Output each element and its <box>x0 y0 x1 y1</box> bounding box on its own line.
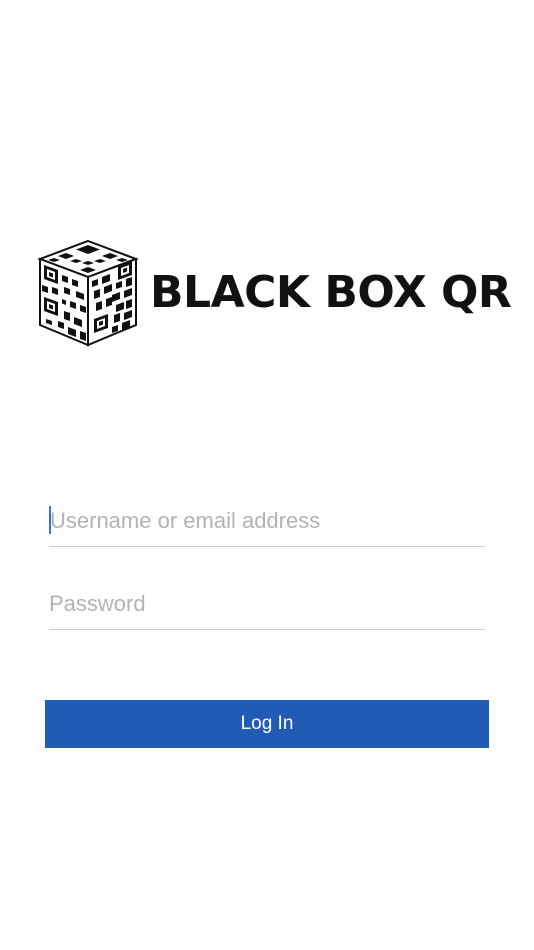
password-field[interactable] <box>49 585 485 630</box>
brand-name: BLACK BOX QR <box>150 267 512 318</box>
qr-cube-icon <box>37 239 139 347</box>
password-input[interactable] <box>49 585 485 623</box>
username-input[interactable] <box>49 502 486 540</box>
login-button[interactable]: Log In <box>45 700 489 748</box>
text-caret <box>49 506 51 534</box>
brand-logo: BLACK BOX QR <box>36 238 512 348</box>
username-field[interactable] <box>49 502 486 547</box>
